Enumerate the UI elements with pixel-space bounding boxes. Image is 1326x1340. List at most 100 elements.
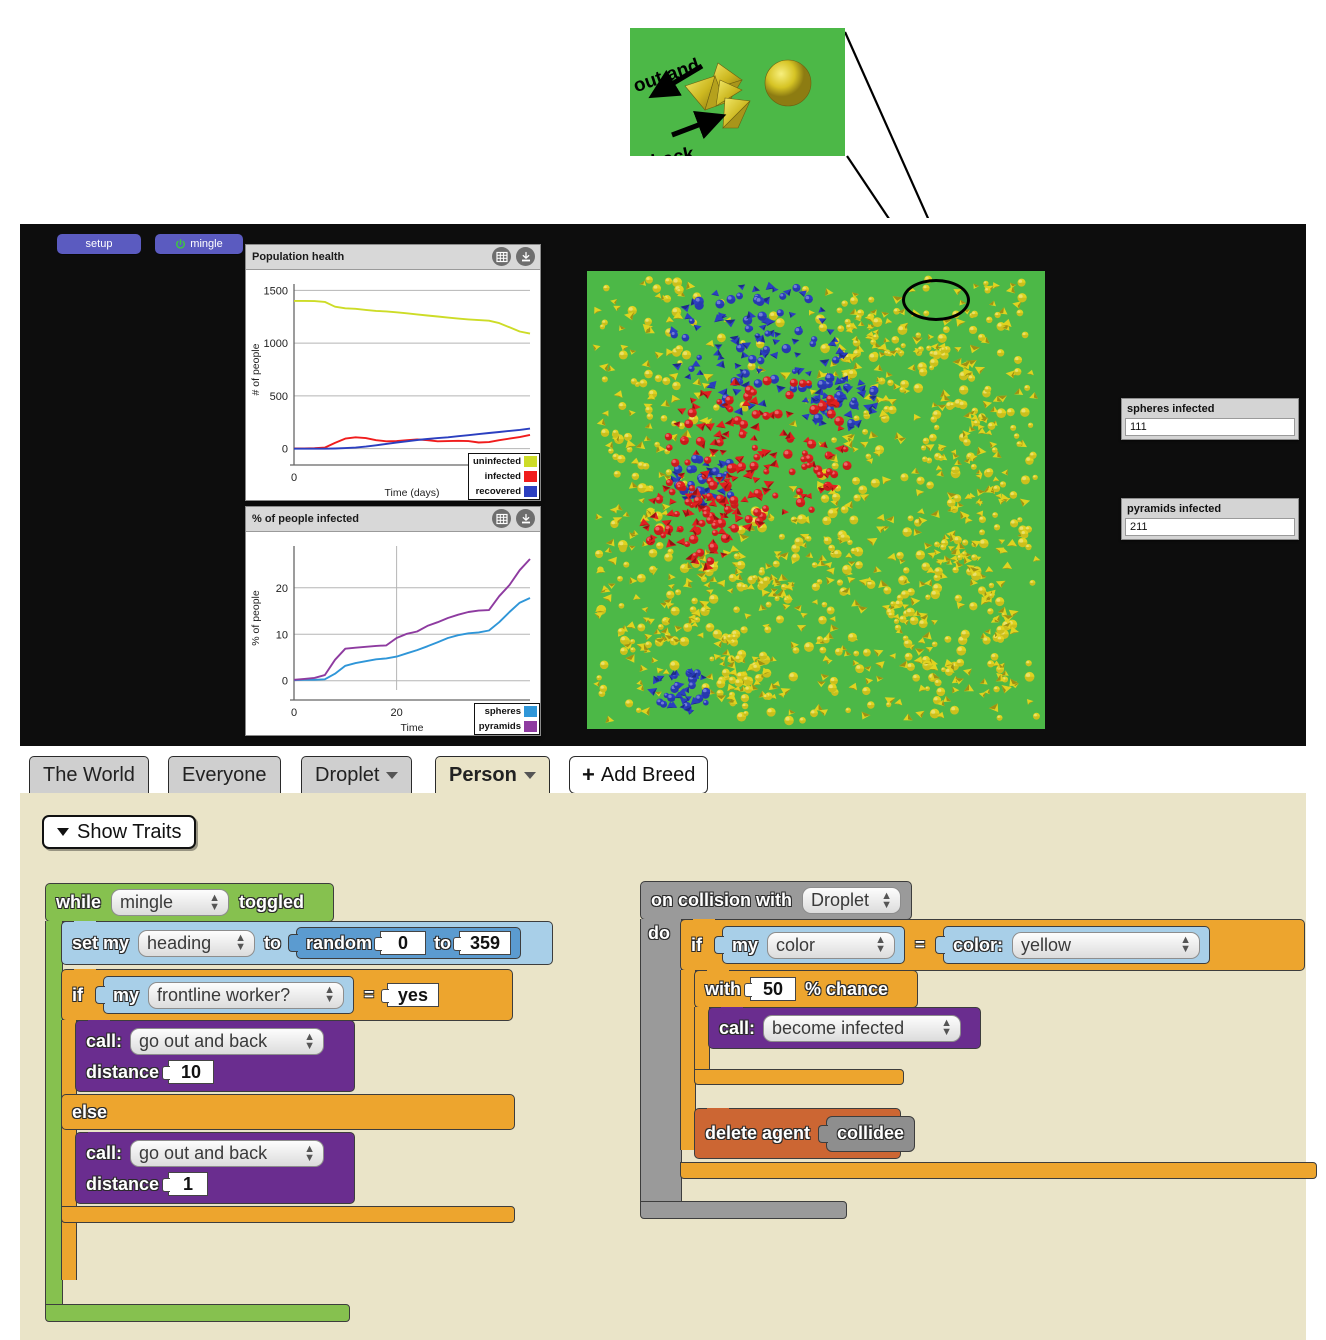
random-keyword: random [306,932,373,953]
if-equals-operator: = [364,985,374,1004]
show-traits-label: Show Traits [77,820,182,843]
collision-block-bottom-cap [640,1201,847,1219]
world-highlight-circle [902,279,970,321]
chart1-legend: uninfected infected recovered [467,453,540,500]
chart1-plot: 0 500 1000 1500 0 Time (days) # of people unin… [246,270,540,500]
monitor-label: pyramids infected [1127,503,1222,515]
while-keyword: while [56,892,102,912]
plus-icon: + [582,762,595,787]
distance-input[interactable]: 1 [162,1172,209,1196]
block-call-procedure-2[interactable]: call: go out and back ▲ ▼ distance 1 [75,1131,355,1204]
block-while-toggled[interactable]: while mingle ▲ ▼ toggled [45,883,334,922]
block-call-procedure-1[interactable]: call: go out and back ▲ ▼ distance 10 [75,1019,355,1092]
chevron-down-icon[interactable] [386,772,399,779]
block-my-color[interactable]: my color ▲ ▼ [722,926,906,964]
show-traits-button[interactable]: Show Traits [42,815,197,849]
updown-arrows-icon: ▲ ▼ [324,984,336,1005]
block-my-trait[interactable]: my frontline worker? ▲ ▼ [103,976,355,1014]
call-procedure-dropdown[interactable]: become infected ▲ ▼ [763,1014,962,1042]
block-on-collision[interactable]: on collision with Droplet ▲ ▼ [640,881,912,920]
block-stack-while-mingle[interactable]: while mingle ▲ ▼ toggled set my heading ▲… [45,883,553,1322]
call-procedure-value: go out and back [139,1031,268,1051]
collision-body-spine: do [640,919,682,1203]
random-max-input[interactable]: 359 [453,931,512,955]
distance-input[interactable]: 10 [162,1060,215,1084]
block-with-chance[interactable]: with 50 % chance [694,969,918,1008]
chance-percent-input[interactable]: 50 [744,977,796,1001]
chevron-down-icon[interactable] [523,772,536,779]
svg-text:% of people: % of people [250,590,262,646]
call-procedure-dropdown[interactable]: go out and back ▲ ▼ [130,1028,325,1055]
call-procedure-value: become infected [772,1017,905,1038]
svg-text:500: 500 [270,391,288,403]
if-trait-dropdown[interactable]: frontline worker? ▲ ▼ [148,981,345,1009]
chart-population-health: Population health 0 500 1000 1500 0 Time (day… [245,244,541,501]
add-breed-button[interactable]: + Add Breed [569,756,709,794]
collidee-label: collidee [837,1123,905,1143]
tab-everyone[interactable]: Everyone [168,756,281,794]
svg-text:0: 0 [282,444,288,456]
my-trait-dropdown[interactable]: color ▲ ▼ [767,931,896,959]
call-keyword: call: [719,1017,756,1038]
while-suffix: toggled [239,892,305,912]
table-icon[interactable] [492,509,511,528]
delete-agent-keyword: delete agent [705,1123,811,1143]
if-block-bottom-cap [61,1206,515,1223]
color-value-dropdown[interactable]: yellow ▲ ▼ [1011,931,1200,959]
if-keyword: if [691,934,702,955]
world-3d-view[interactable] [580,264,1052,736]
call-procedure-dropdown[interactable]: go out and back ▲ ▼ [130,1140,325,1167]
download-icon[interactable] [516,509,535,528]
tab-droplet[interactable]: Droplet [301,756,413,794]
my-keyword: my [113,984,140,1005]
legend-label: infected [484,471,521,482]
while-target-dropdown[interactable]: mingle ▲ ▼ [111,889,230,916]
while-block-bottom-cap [45,1304,350,1322]
distance-keyword: distance [86,1061,160,1082]
block-if-color-condition[interactable]: if my color ▲ ▼ = color: yellow ▲ ▼ [680,918,1305,971]
block-else[interactable]: else [61,1094,515,1130]
updown-arrows-icon: ▲ ▼ [304,1030,316,1052]
updown-arrows-icon: ▲ ▼ [1180,934,1191,955]
if-value-input[interactable]: yes [380,983,439,1007]
svg-text:1500: 1500 [264,285,288,297]
block-call-become-infected[interactable]: call: become infected ▲ ▼ [708,1006,981,1049]
random-min-input[interactable]: 0 [374,931,427,955]
updown-arrows-icon: ▲ ▼ [875,934,887,955]
call-keyword: call: [86,1143,123,1163]
tab-the-world[interactable]: The World [29,756,149,794]
download-icon[interactable] [516,247,535,266]
blocks-workspace[interactable]: Show Traits while mingle ▲ ▼ toggled set … [20,793,1317,1340]
block-stack-on-collision[interactable]: on collision with Droplet ▲ ▼ do if my c… [640,881,1326,1219]
set-trait-dropdown[interactable]: heading ▲ ▼ [138,929,256,957]
mingle-toggle-button[interactable]: mingle [155,234,243,254]
if-trait-value: frontline worker? [157,984,291,1005]
with-keyword: with [705,978,741,999]
random-to-keyword: to [434,932,452,953]
chart2-header: % of people infected [246,507,540,532]
legend-swatch [524,456,537,467]
legend-label: spheres [484,706,521,717]
block-if-condition[interactable]: if my frontline worker? ▲ ▼ = yes [61,968,513,1021]
block-set-trait[interactable]: set my heading ▲ ▼ to random 0 to 359 [61,920,553,965]
legend-item: pyramids [475,719,539,734]
block-collidee-reporter[interactable]: collidee [826,1115,916,1152]
collision-breed-dropdown[interactable]: Droplet ▲ ▼ [802,887,901,914]
collision-keyword: on collision with [651,890,792,910]
legend-swatch [524,471,537,482]
chance-block-bottom-cap [694,1069,904,1085]
updown-arrows-icon: ▲ ▼ [304,1142,316,1164]
color-keyword: color: [952,934,1003,955]
call-keyword: call: [86,1031,123,1051]
block-random-range[interactable]: random 0 to 359 [296,927,522,959]
monitor-value: 211 [1125,518,1295,536]
table-icon[interactable] [492,247,511,266]
world-terrain [580,264,1052,736]
block-delete-agent[interactable]: delete agent collidee [694,1107,916,1159]
setup-button[interactable]: setup [57,234,141,254]
chart-percent-infected: % of people infected 0 10 20 0 20 Time % of pe… [245,506,541,736]
tab-person[interactable]: Person [435,756,550,794]
set-trait-value: heading [147,932,212,953]
block-color-literal[interactable]: color: yellow ▲ ▼ [942,926,1210,964]
chart1-title: Population health [252,251,345,263]
